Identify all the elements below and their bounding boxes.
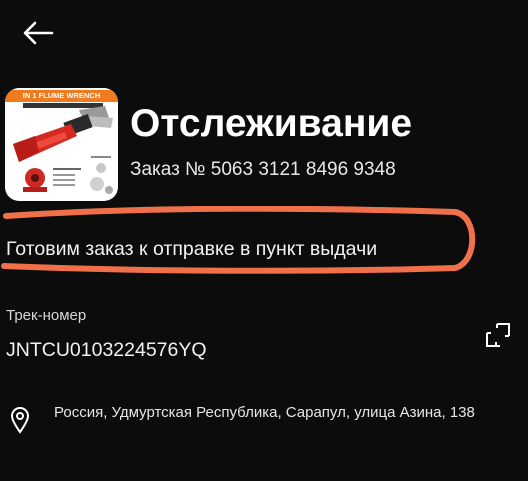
red-wrench-tool-image [13, 103, 113, 194]
arrow-left-icon [23, 21, 54, 45]
order-number: Заказ № 5063 3121 8496 9348 [130, 159, 396, 180]
copy-icon [486, 323, 510, 347]
product-thumbnail[interactable]: IN 1 FLUME WRENCH [5, 88, 118, 201]
track-number-value[interactable]: JNTCU0103224576YQ [6, 338, 207, 362]
page-title: Отслеживание [130, 102, 413, 145]
back-button[interactable] [22, 20, 54, 46]
copy-track-number-button[interactable] [484, 321, 512, 349]
delivery-address: Россия, Удмуртская Республика, Сарапул, … [54, 404, 475, 421]
location-pin-icon [10, 407, 30, 434]
order-status: Готовим заказ к отправке в пункт выдачи [6, 238, 378, 260]
track-number-label: Трек-номер [6, 307, 87, 324]
